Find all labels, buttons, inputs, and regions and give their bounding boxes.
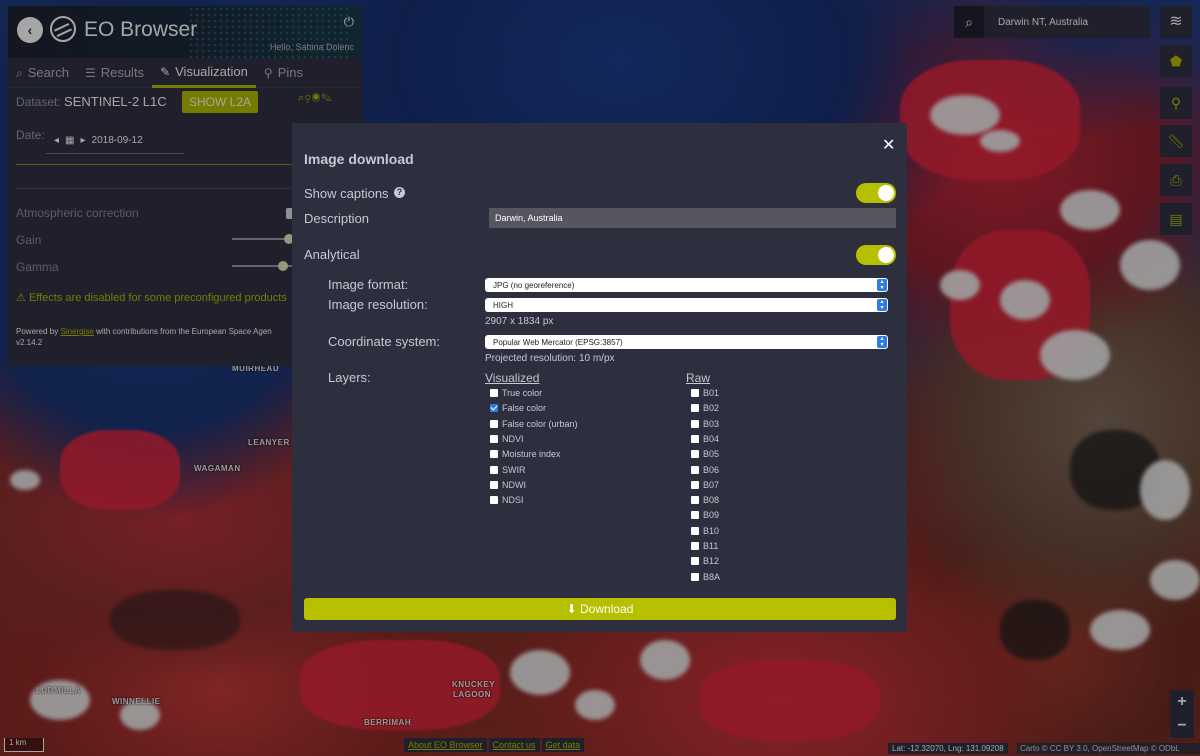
- visualized-layer-option[interactable]: NDVI: [490, 433, 524, 445]
- select-arrows-icon: ▴ ▾: [877, 279, 887, 291]
- raw-band-option[interactable]: B06: [691, 464, 719, 476]
- visualized-layer-option[interactable]: NDSI: [490, 494, 524, 506]
- band-checkbox[interactable]: [691, 511, 699, 520]
- layers-label: Layers:: [328, 370, 371, 385]
- band-checkbox[interactable]: [691, 404, 699, 413]
- band-label: B05: [703, 449, 720, 460]
- visualized-header[interactable]: Visualized: [485, 371, 539, 385]
- download-icon: ⬇︎: [566, 602, 577, 616]
- band-checkbox[interactable]: [691, 557, 699, 566]
- band-label: B08: [703, 495, 720, 506]
- image-resolution-label: Image resolution:: [328, 297, 428, 312]
- band-checkbox[interactable]: [691, 526, 699, 535]
- layer-checkbox[interactable]: [490, 450, 498, 459]
- projected-resolution: Projected resolution: 10 m/px: [485, 353, 615, 364]
- band-checkbox[interactable]: [691, 419, 699, 428]
- raw-band-option[interactable]: B12: [691, 555, 719, 567]
- layer-label: NDSI: [502, 495, 524, 506]
- layer-label: NDWI: [502, 479, 526, 490]
- layer-label: SWIR: [502, 464, 526, 475]
- raw-band-option[interactable]: B8A: [691, 571, 720, 583]
- layer-label: NDVI: [502, 433, 524, 444]
- select-value: JPG (no georeference): [493, 281, 575, 290]
- band-label: B01: [703, 388, 720, 398]
- raw-band-option[interactable]: B05: [691, 448, 719, 460]
- band-checkbox[interactable]: [691, 480, 699, 489]
- band-label: B04: [703, 433, 720, 444]
- layer-checkbox[interactable]: [490, 434, 498, 443]
- layer-checkbox[interactable]: [490, 419, 498, 428]
- select-arrows-icon: ▴ ▾: [877, 336, 887, 348]
- band-label: B03: [703, 418, 720, 429]
- band-checkbox[interactable]: [691, 434, 699, 443]
- layer-checkbox[interactable]: [490, 496, 498, 505]
- visualized-layer-option[interactable]: False color (urban): [490, 418, 578, 430]
- visualized-layer-option[interactable]: SWIR: [490, 464, 526, 476]
- raw-band-option[interactable]: B08: [691, 494, 719, 506]
- layer-label: False color (urban): [502, 418, 578, 429]
- layer-label: Moisture index: [502, 449, 561, 460]
- show-captions-label: Show captions: [304, 186, 389, 201]
- raw-band-option[interactable]: B09: [691, 509, 719, 521]
- band-checkbox[interactable]: [691, 465, 699, 474]
- download-button[interactable]: ⬇︎ Download: [304, 598, 896, 620]
- visualized-layer-option[interactable]: NDWI: [490, 479, 526, 491]
- raw-band-option[interactable]: B02: [691, 402, 719, 414]
- description-input[interactable]: [489, 208, 896, 228]
- band-checkbox[interactable]: [691, 496, 699, 505]
- analytical-toggle[interactable]: [856, 245, 896, 265]
- band-checkbox[interactable]: [691, 572, 699, 581]
- band-checkbox[interactable]: [691, 542, 699, 550]
- band-label: B8A: [703, 571, 721, 582]
- band-checkbox[interactable]: [691, 389, 699, 397]
- coordinate-system-label: Coordinate system:: [328, 334, 440, 349]
- raw-band-option[interactable]: B01: [691, 387, 719, 399]
- select-value: HIGH: [493, 301, 513, 310]
- coordinate-system-select[interactable]: Popular Web Mercator (EPSG:3857) ▴ ▾: [485, 335, 888, 349]
- layer-checkbox[interactable]: [490, 465, 498, 474]
- raw-header[interactable]: Raw: [686, 371, 710, 385]
- dialog-title: Image download: [304, 151, 414, 167]
- raw-band-option[interactable]: B04: [691, 433, 719, 445]
- layer-checkbox[interactable]: [490, 404, 498, 413]
- layer-checkbox[interactable]: [490, 480, 498, 489]
- band-label: B06: [703, 464, 720, 475]
- raw-band-option[interactable]: B11: [691, 540, 718, 552]
- visualized-layer-option[interactable]: True color: [490, 387, 542, 399]
- show-captions-toggle[interactable]: [856, 183, 896, 203]
- image-resolution-select[interactable]: HIGH ▴ ▾: [485, 298, 888, 312]
- image-format-select[interactable]: JPG (no georeference) ▴ ▾: [485, 278, 888, 292]
- resolution-pixels: 2907 x 1834 px: [485, 316, 554, 327]
- band-label: B10: [703, 525, 720, 536]
- layer-checkbox[interactable]: [490, 389, 498, 397]
- raw-band-option[interactable]: B03: [691, 418, 719, 430]
- band-label: B07: [703, 479, 720, 490]
- band-label: B02: [703, 403, 720, 414]
- visualized-layer-option[interactable]: False color: [490, 402, 546, 414]
- visualized-layer-option[interactable]: Moisture index: [490, 448, 561, 460]
- image-format-label: Image format:: [328, 277, 409, 292]
- close-icon[interactable]: ✕: [882, 135, 895, 155]
- image-download-dialog: Image download ✕ Show captions ? Descrip…: [292, 123, 907, 632]
- band-checkbox[interactable]: [691, 450, 699, 459]
- description-label: Description: [304, 211, 370, 226]
- layer-label: False color: [502, 403, 547, 414]
- band-label: B09: [703, 510, 720, 521]
- select-value: Popular Web Mercator (EPSG:3857): [493, 338, 623, 347]
- analytical-label: Analytical: [304, 247, 360, 262]
- band-label: B11: [703, 541, 719, 551]
- raw-band-option[interactable]: B10: [691, 525, 719, 537]
- select-arrows-icon: ▴ ▾: [877, 299, 887, 311]
- download-label: Download: [580, 602, 634, 616]
- help-icon[interactable]: ?: [394, 187, 405, 198]
- layer-label: True color: [502, 388, 543, 398]
- band-label: B12: [703, 556, 720, 567]
- raw-band-option[interactable]: B07: [691, 479, 719, 491]
